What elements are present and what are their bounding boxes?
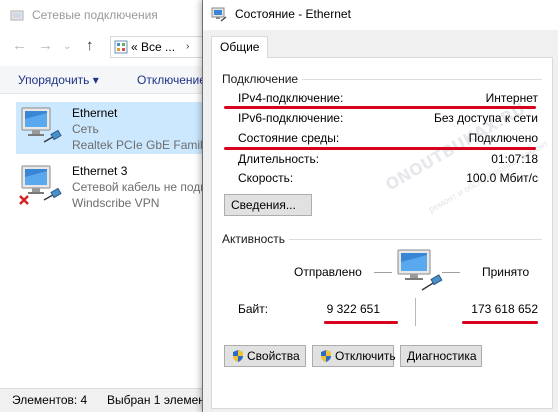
details-button[interactable]: Сведения...	[224, 194, 312, 216]
connection-item-ethernet-3[interactable]: Ethernet 3 Сетевой кабель не подк Windsc…	[16, 160, 210, 212]
received-label: Принято	[482, 265, 530, 279]
ipv6-value: Без доступа к сети	[434, 111, 538, 125]
media-state-value: Подключено	[468, 131, 538, 145]
explorer-titlebar: Сетевые подключения	[0, 0, 210, 32]
sent-bytes-value: 9 322 651	[326, 302, 380, 316]
uac-shield-icon	[233, 350, 243, 362]
up-arrow-icon[interactable]: ↑	[86, 37, 94, 54]
organize-menu[interactable]: Упорядочить ▾	[18, 73, 99, 87]
media-state-label: Состояние среды:	[238, 131, 340, 145]
network-folder-icon	[10, 10, 24, 21]
connection-status: Сеть	[72, 122, 99, 136]
highlight-underline-sent-bytes	[324, 321, 398, 324]
ipv6-label: IPv6-подключение:	[238, 111, 344, 125]
duration-label: Длительность:	[238, 152, 320, 166]
highlight-underline-received-bytes	[462, 321, 538, 324]
explorer-title: Сетевые подключения	[32, 8, 158, 22]
ethernet-status-dialog: Состояние - Ethernet Общие ONOUTBUKAX.RU…	[202, 0, 558, 412]
sent-connector-line	[374, 272, 392, 273]
network-status-icon	[211, 7, 227, 22]
properties-button[interactable]: Свойства	[224, 345, 306, 367]
received-bytes-value: 173 618 652	[471, 302, 538, 316]
general-tab-panel: ONOUTBUKAX.RU ремонт и обслуживание, рем…	[211, 57, 553, 409]
dialog-title: Состояние - Ethernet	[235, 7, 351, 21]
address-bar[interactable]: « Все ... ›	[110, 36, 210, 58]
connection-name: Ethernet	[72, 106, 118, 120]
disable-button[interactable]: Отключить	[312, 345, 396, 367]
sent-label: Отправлено	[294, 265, 362, 279]
back-arrow-icon[interactable]: ←	[12, 37, 27, 54]
items-count: Элементов: 4	[12, 393, 88, 407]
address-dropdown-icon[interactable]: ›	[186, 41, 189, 52]
network-adapter-icon	[21, 107, 62, 143]
connection-name: Ethernet 3	[72, 164, 128, 178]
activity-computer-icon	[397, 249, 443, 291]
activity-divider	[415, 298, 416, 326]
selected-count: Выбран 1 элемен	[107, 393, 205, 407]
address-prefix: «	[131, 40, 138, 54]
explorer-toolbar: Упорядочить ▾ Отключение	[0, 66, 210, 94]
activity-group-label: Активность	[222, 232, 290, 246]
speed-label: Скорость:	[238, 171, 294, 185]
ipv4-label: IPv4-подключение:	[238, 91, 344, 105]
connection-status: Сетевой кабель не подк	[72, 180, 206, 194]
ipv4-value: Интернет	[485, 91, 538, 105]
uac-shield-icon	[321, 350, 331, 362]
explorer-statusbar: Элементов: 4 Выбран 1 элемен	[0, 388, 210, 412]
connection-group-label: Подключение	[222, 72, 303, 86]
forward-arrow-icon[interactable]: →	[38, 37, 53, 54]
diagnose-button[interactable]: Диагностика	[400, 345, 482, 367]
red-x-icon	[19, 195, 29, 205]
highlight-underline-ipv4	[224, 106, 536, 109]
duration-value: 01:07:18	[491, 152, 538, 166]
connection-device: Windscribe VPN	[72, 196, 160, 210]
address-text: Все ...	[141, 40, 176, 54]
tab-general[interactable]: Общие	[211, 36, 269, 58]
organize-chevron-icon: ▾	[92, 73, 99, 87]
connection-device: Realtek PCIe GbE Family	[72, 138, 209, 152]
network-connections-window: Сетевые подключения ← → ⌄ ↑ « Все ... › …	[0, 0, 210, 412]
received-connector-line	[442, 272, 460, 273]
highlight-underline-media-state	[224, 147, 536, 150]
disable-device-button[interactable]: Отключение	[137, 73, 206, 87]
speed-value: 100.0 Мбит/с	[466, 171, 538, 185]
dialog-titlebar: Состояние - Ethernet	[203, 0, 558, 30]
history-chevron-icon[interactable]: ⌄	[63, 41, 71, 52]
connection-item-ethernet[interactable]: Ethernet Сеть Realtek PCIe GbE Family	[16, 102, 210, 154]
bytes-label: Байт:	[238, 302, 269, 316]
control-panel-icon	[114, 40, 128, 54]
